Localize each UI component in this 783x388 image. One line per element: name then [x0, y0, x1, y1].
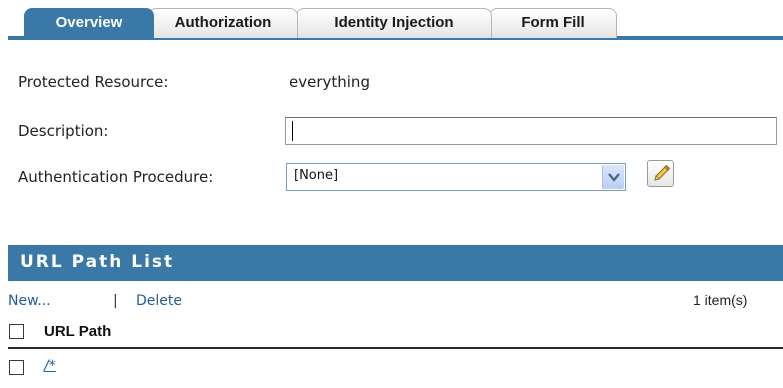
description-field[interactable]: [285, 117, 777, 145]
pencil-icon: [654, 164, 671, 181]
new-url-path-link[interactable]: New...: [8, 293, 51, 309]
protected-resource-label: Protected Resource:: [18, 73, 169, 91]
protected-resource-value: everything: [289, 73, 370, 91]
authentication-procedure-label: Authentication Procedure:: [18, 168, 214, 186]
edit-procedure-button[interactable]: [647, 160, 674, 187]
url-path-row-link[interactable]: /*: [44, 358, 56, 374]
tab-identity-injection[interactable]: Identity Injection: [296, 8, 492, 38]
description-label: Description:: [18, 122, 109, 140]
delete-url-path-link[interactable]: Delete: [136, 293, 182, 309]
text-caret: [292, 121, 293, 141]
row-checkbox[interactable]: [9, 360, 24, 375]
select-all-checkbox[interactable]: [9, 324, 24, 339]
url-path-list-header: URL Path List: [8, 245, 783, 281]
tab-overview[interactable]: Overview: [24, 8, 154, 40]
tab-authorization[interactable]: Authorization: [148, 8, 298, 38]
chevron-down-icon: [608, 173, 620, 182]
dropdown-button[interactable]: [602, 165, 624, 189]
tab-bar: Form Fill Identity Injection Authorizati…: [0, 0, 783, 40]
tab-form-fill[interactable]: Form Fill: [489, 8, 617, 38]
authentication-procedure-value: [None]: [294, 168, 339, 183]
url-path-list-title: URL Path List: [20, 252, 175, 272]
item-count: 1 item(s): [693, 292, 748, 308]
authentication-procedure-select[interactable]: [None]: [286, 163, 626, 191]
url-path-column-header: URL Path: [44, 323, 112, 340]
column-header-divider: [8, 347, 783, 349]
toolbar-separator: |: [113, 293, 118, 309]
